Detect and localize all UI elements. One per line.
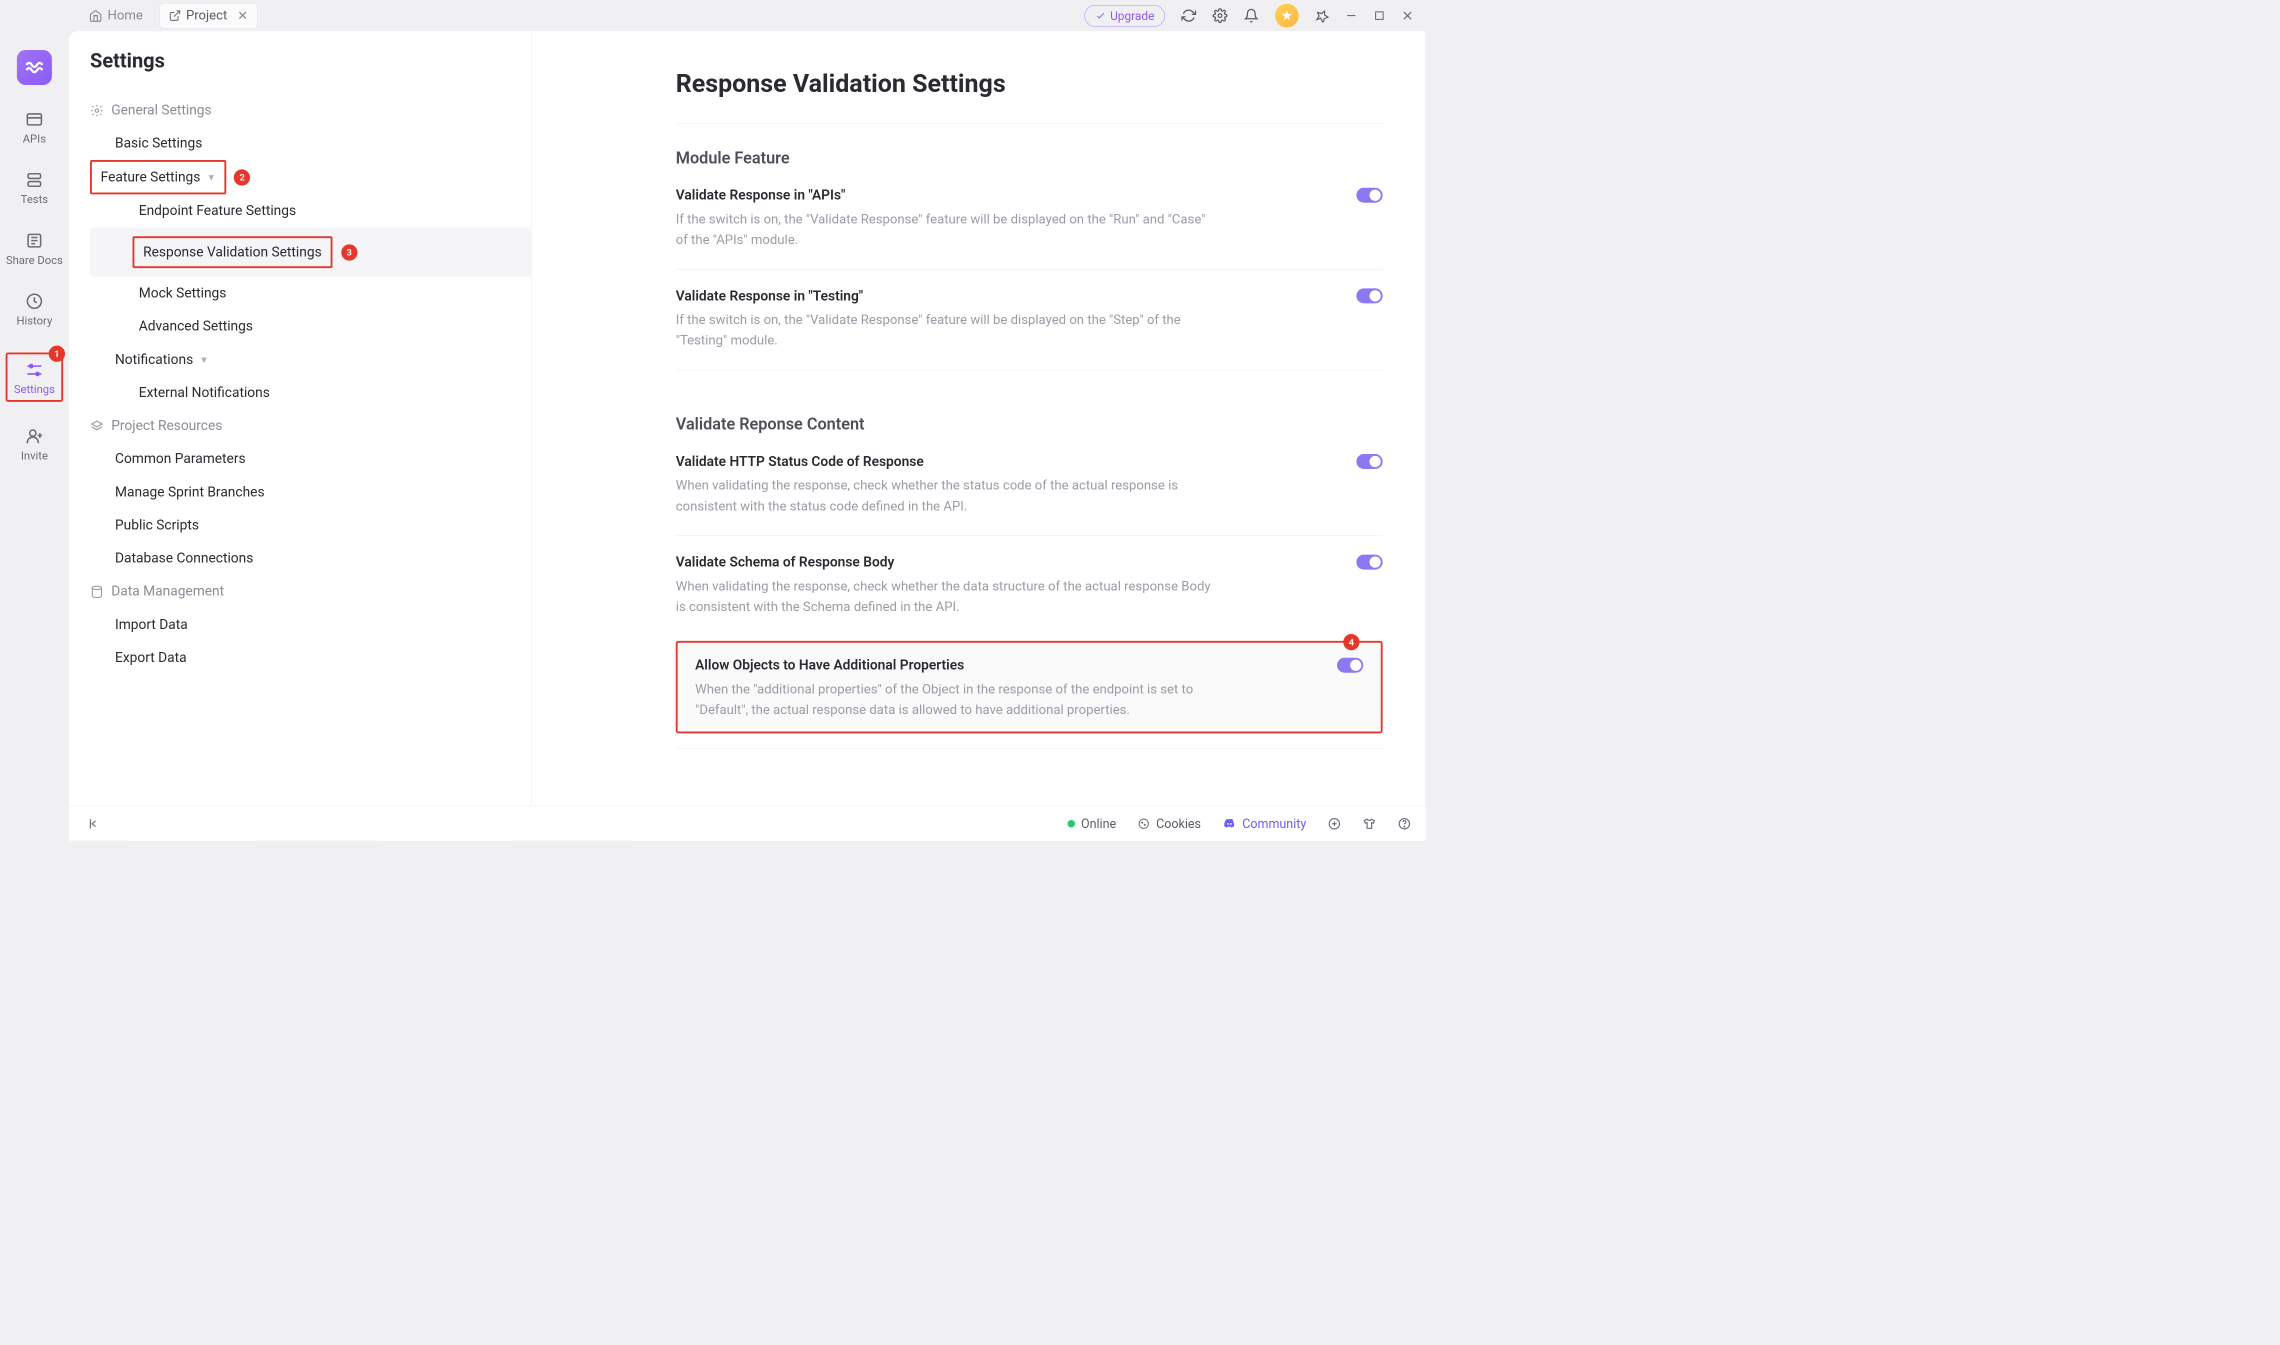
rocket-icon	[1095, 10, 1106, 21]
rail-apis[interactable]: APIs	[23, 110, 46, 146]
toggle-http-status[interactable]	[1356, 454, 1382, 469]
rail-settings[interactable]: Settings	[14, 361, 55, 397]
setting-additional-props-highlight: 4 Allow Objects to Have Additional Prope…	[676, 641, 1383, 734]
chevron-down-icon: ▼	[199, 354, 208, 365]
history-icon	[25, 292, 44, 311]
section-general[interactable]: General Settings	[90, 94, 531, 127]
nav-db-connections[interactable]: Database Connections	[90, 542, 531, 575]
tshirt-icon[interactable]	[1363, 817, 1377, 831]
online-dot-icon	[1067, 820, 1075, 828]
cookie-icon	[1137, 817, 1150, 830]
upgrade-button[interactable]: Upgrade	[1084, 5, 1165, 27]
settings-rail-icon	[25, 361, 44, 380]
section-validate-content: Validate Reponse Content	[676, 415, 1383, 434]
tab-home[interactable]: Home	[80, 4, 152, 28]
plus-circle-icon[interactable]	[1328, 817, 1342, 831]
badge-2: 2	[234, 169, 250, 185]
setting-additional-props: Allow Objects to Have Additional Propert…	[695, 658, 1363, 721]
toggle-validate-apis[interactable]	[1356, 188, 1382, 203]
nav-basic-settings[interactable]: Basic Settings	[90, 127, 531, 160]
layers-icon	[90, 419, 104, 433]
badge-3: 3	[341, 244, 357, 260]
badge-1: 1	[49, 346, 65, 362]
nav-common-params[interactable]: Common Parameters	[90, 443, 531, 476]
nav-response-validation-highlight: Response Validation Settings	[133, 236, 333, 268]
nav-sprint-branches[interactable]: Manage Sprint Branches	[90, 476, 531, 509]
nav-import-data[interactable]: Import Data	[90, 608, 531, 641]
divider	[676, 748, 1383, 749]
setting-http-status: Validate HTTP Status Code of Response Wh…	[676, 454, 1383, 536]
status-cookies[interactable]: Cookies	[1137, 816, 1201, 831]
rail-settings-highlight: 1 Settings	[6, 353, 63, 402]
nav-feature-settings-highlight: Feature Settings ▼	[90, 160, 227, 194]
nav-endpoint-feature[interactable]: Endpoint Feature Settings	[90, 194, 531, 227]
invite-icon	[25, 427, 44, 446]
bell-icon[interactable]	[1244, 8, 1259, 23]
rail-invite[interactable]: Invite	[21, 427, 48, 463]
badge-4: 4	[1343, 634, 1359, 650]
tab-project[interactable]: Project ✕	[159, 3, 258, 29]
section-module-feature: Module Feature	[676, 149, 1383, 168]
setting-schema-body: Validate Schema of Response Body When va…	[676, 555, 1383, 636]
discord-icon	[1222, 817, 1236, 831]
nav-advanced-settings[interactable]: Advanced Settings	[90, 310, 531, 343]
tab-home-label: Home	[108, 8, 143, 23]
external-icon	[168, 9, 181, 22]
tests-icon	[25, 171, 44, 190]
home-icon	[89, 9, 103, 23]
nav-feature-settings[interactable]: Feature Settings ▼	[101, 169, 216, 185]
window-close-icon[interactable]	[1401, 9, 1414, 22]
nav-public-scripts[interactable]: Public Scripts	[90, 509, 531, 542]
toggle-schema-body[interactable]	[1356, 555, 1382, 570]
content-title: Response Validation Settings	[676, 69, 1383, 98]
pin-icon[interactable]	[1315, 9, 1329, 23]
divider	[676, 123, 1383, 124]
page-title: Settings	[90, 49, 531, 73]
setting-validate-apis: Validate Response in "APIs" If the switc…	[676, 188, 1383, 270]
close-icon[interactable]: ✕	[237, 8, 248, 24]
nav-mock-settings[interactable]: Mock Settings	[90, 277, 531, 310]
chevron-down-icon: ▼	[207, 172, 216, 183]
status-online[interactable]: Online	[1067, 816, 1116, 831]
share-icon	[25, 231, 44, 250]
section-data-mgmt[interactable]: Data Management	[90, 575, 531, 608]
section-project-resources[interactable]: Project Resources	[90, 409, 531, 442]
tab-project-label: Project	[186, 8, 227, 23]
nav-external-notifications[interactable]: External Notifications	[90, 376, 531, 409]
nav-notifications[interactable]: Notifications ▼	[90, 343, 531, 376]
status-community[interactable]: Community	[1222, 816, 1306, 831]
toggle-additional-props[interactable]	[1337, 658, 1363, 673]
setting-validate-testing: Validate Response in "Testing" If the sw…	[676, 288, 1383, 370]
collapse-panel-icon[interactable]	[88, 817, 102, 831]
nav-export-data[interactable]: Export Data	[90, 641, 531, 674]
toggle-validate-testing[interactable]	[1356, 288, 1382, 303]
gear-small-icon	[90, 103, 104, 117]
gear-icon[interactable]	[1213, 8, 1228, 23]
nav-response-validation-row[interactable]: Response Validation Settings 3	[90, 228, 531, 277]
database-icon	[90, 585, 104, 599]
app-logo[interactable]	[17, 50, 52, 85]
refresh-icon[interactable]	[1181, 8, 1196, 23]
maximize-icon[interactable]	[1374, 10, 1385, 21]
rail-history[interactable]: History	[16, 292, 52, 328]
rail-tests[interactable]: Tests	[21, 171, 48, 207]
rail-share[interactable]: Share Docs	[6, 231, 63, 267]
avatar[interactable]	[1275, 4, 1299, 28]
minimize-icon[interactable]	[1345, 9, 1358, 22]
help-icon[interactable]	[1398, 817, 1412, 831]
apis-icon	[25, 110, 44, 129]
